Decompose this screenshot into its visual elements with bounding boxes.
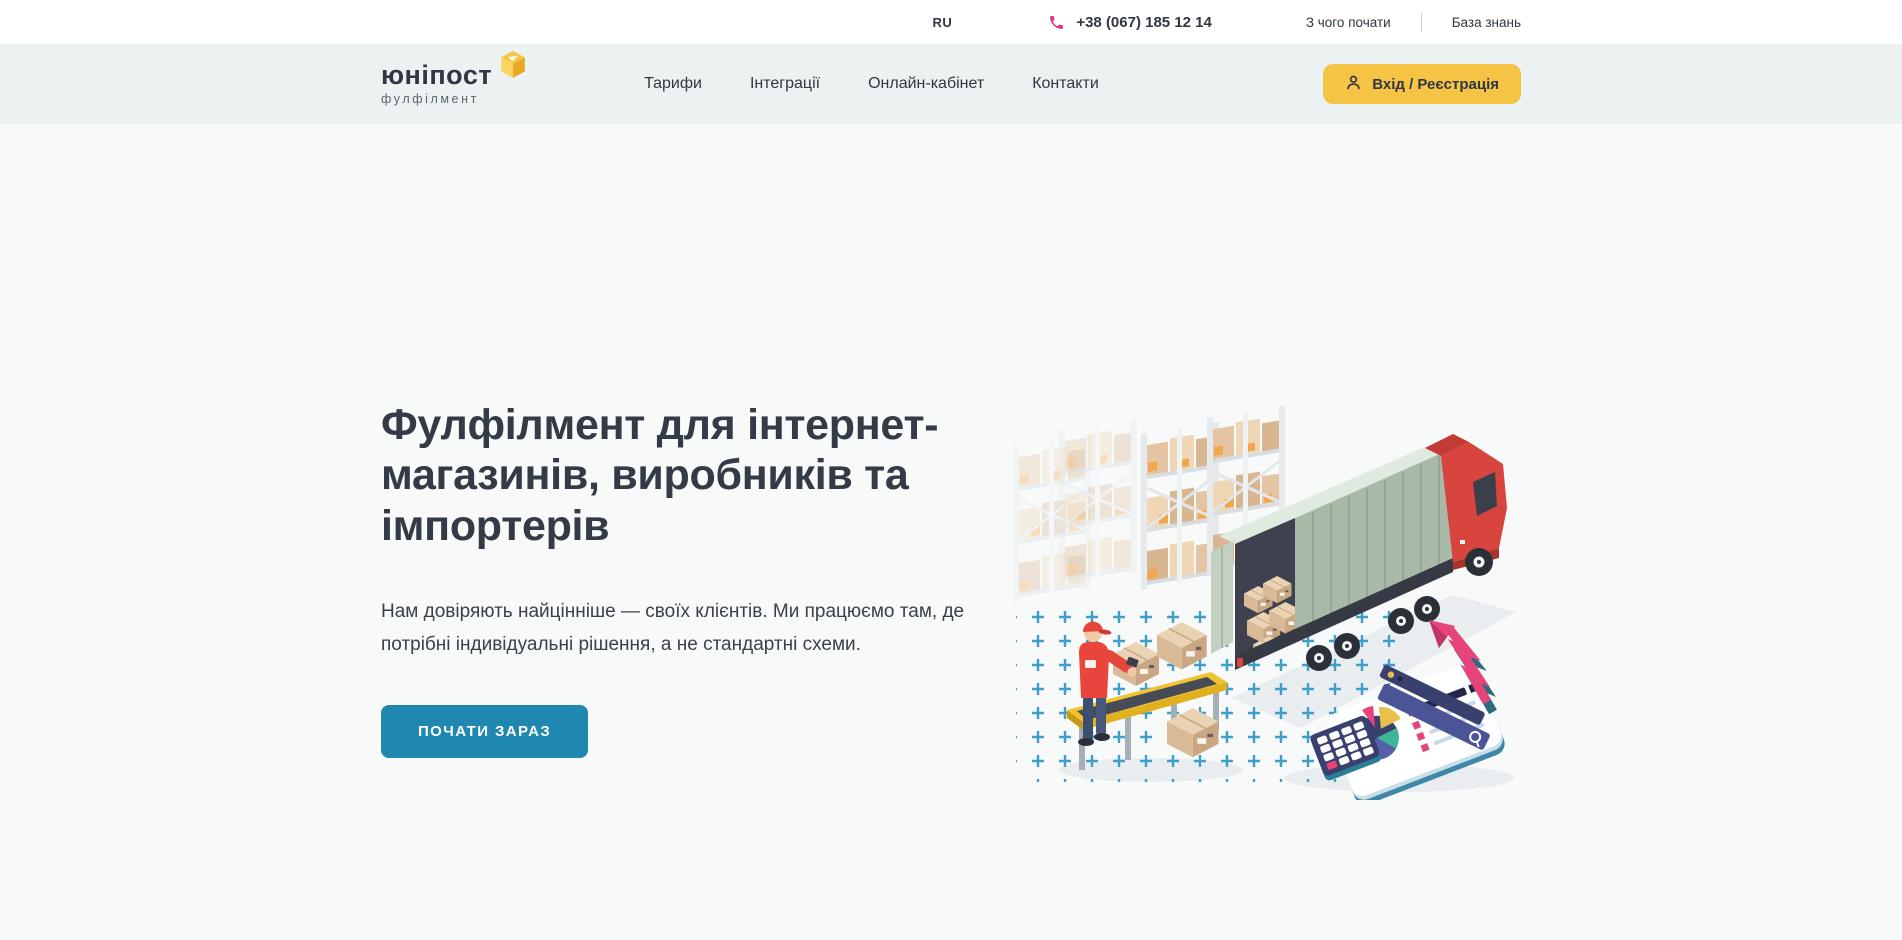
nav-item-integrations[interactable]: Інтеграції	[750, 75, 820, 93]
parcel-cube-icon	[500, 51, 526, 84]
nav-item-online-cabinet[interactable]: Онлайн-кабінет	[868, 75, 984, 93]
start-now-button[interactable]: ПОЧАТИ ЗАРАЗ	[381, 705, 588, 758]
phone-number: +38 (067) 185 12 14	[1076, 14, 1212, 31]
phone-link[interactable]: +38 (067) 185 12 14	[1048, 14, 1212, 31]
login-button-label: Вхід / Реєстрація	[1372, 76, 1499, 93]
logo[interactable]: юніпост фулфілмент	[381, 62, 526, 106]
nav-item-contacts[interactable]: Контакти	[1032, 75, 1099, 93]
hero-section: Фулфілмент для інтернет-магазинів, вироб…	[0, 124, 1902, 940]
site-header: юніпост фулфілмент Тарифи Інтеграції Онл…	[0, 44, 1902, 124]
nav-item-tariffs[interactable]: Тарифи	[644, 75, 702, 93]
user-icon	[1345, 74, 1362, 95]
logo-title: юніпост	[381, 62, 492, 89]
hero-description: Нам довіряють найцінніше — своїх клієнті…	[381, 595, 995, 662]
page-title: Фулфілмент для інтернет-магазинів, вироб…	[381, 400, 1043, 551]
topbar-divider	[1421, 13, 1422, 31]
link-knowledge-base[interactable]: База знань	[1452, 15, 1521, 30]
main-nav: Тарифи Інтеграції Онлайн-кабінет Контакт…	[644, 75, 1099, 93]
link-getting-started[interactable]: З чого почати	[1306, 15, 1391, 30]
phone-icon	[1048, 14, 1065, 31]
warehouse-illustration	[1001, 390, 1521, 800]
login-button[interactable]: Вхід / Реєстрація	[1323, 64, 1521, 104]
language-switcher[interactable]: RU	[933, 15, 953, 30]
logo-subtitle: фулфілмент	[381, 92, 492, 106]
topbar: RU +38 (067) 185 12 14 З чого почати Баз…	[0, 0, 1902, 44]
